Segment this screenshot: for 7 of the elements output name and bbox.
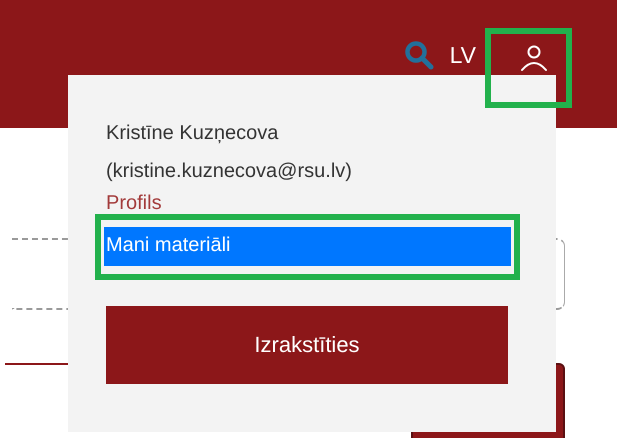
logout-button[interactable]: Izrakstīties	[106, 306, 508, 384]
menu-item[interactable]: Mani materiāli	[104, 227, 511, 266]
user-email: (kristine.kuznecova@rsu.lv)	[106, 159, 352, 184]
menu-item[interactable]: Profils	[104, 192, 162, 214]
user-name: Kristīne Kuzņecova	[106, 121, 278, 146]
user-icon	[519, 44, 549, 72]
language-link[interactable]: LV	[450, 40, 476, 70]
